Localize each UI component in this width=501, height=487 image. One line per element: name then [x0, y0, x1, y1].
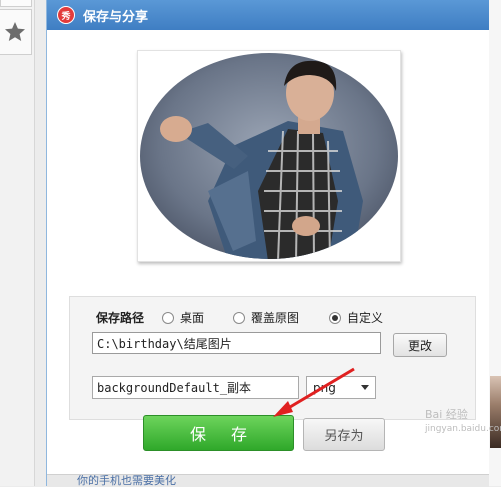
baidu-watermark: Bai 经验 jingyan.baidu.com: [425, 408, 501, 450]
favorite-button[interactable]: [0, 9, 32, 55]
star-icon: [5, 22, 25, 41]
left-tab-edge: [0, 0, 32, 7]
bottom-bar: 你的手机也需要美化: [47, 474, 489, 487]
watermark-line2: jingyan.baidu.com: [425, 424, 501, 434]
left-panel-strip: [0, 0, 35, 486]
annotation-arrow-icon: [273, 367, 355, 417]
phone-beautify-link[interactable]: 你的手机也需要美化: [77, 475, 176, 487]
watermark-line1: Bai 经验: [425, 408, 468, 421]
save-share-dialog: 秀 保存与分享 保存路径 桌面 覆盖原图 自定义 C:\birthday\结尾图…: [46, 0, 501, 487]
